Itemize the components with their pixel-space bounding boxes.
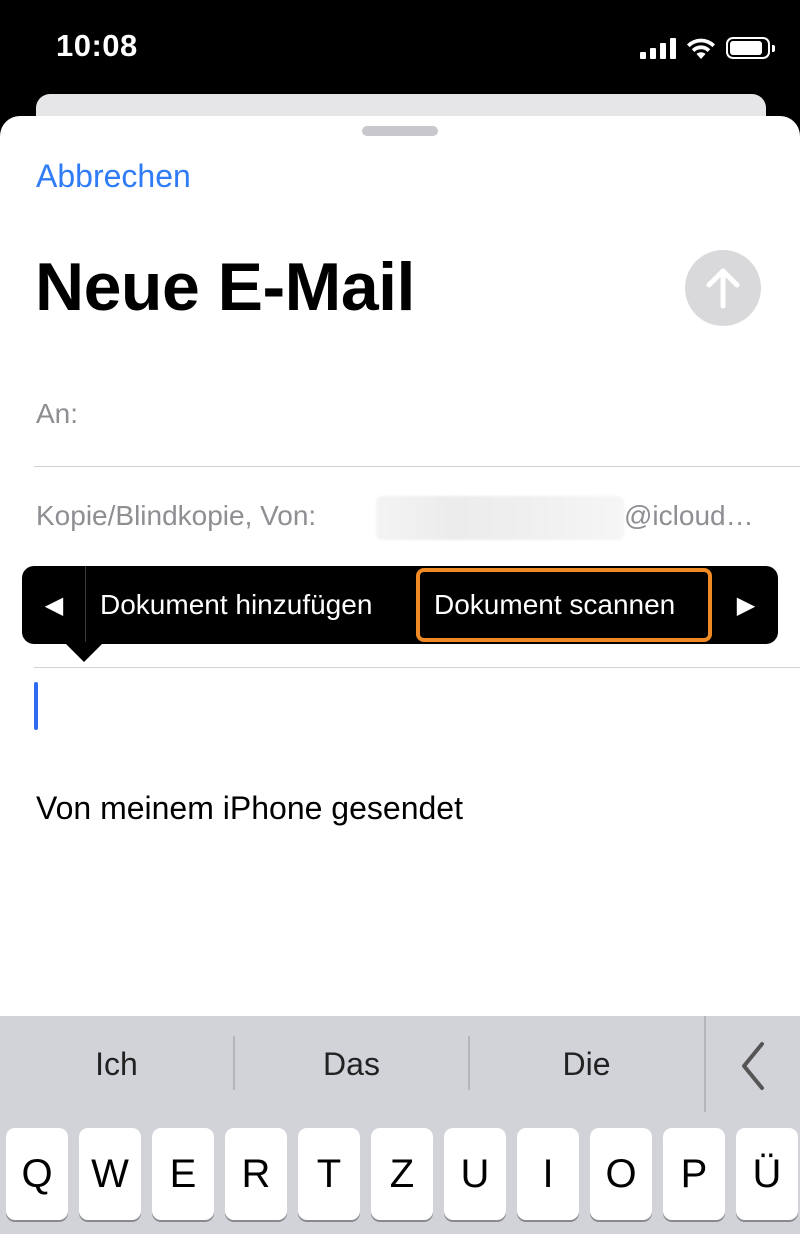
key-p[interactable]: P [663,1128,725,1220]
menu-separator [85,566,86,644]
menu-pointer [64,642,104,662]
edit-menu-callout: ◀ Dokument hinzufügen Dokument scannen ▶ [22,566,778,662]
key-t[interactable]: T [298,1128,360,1220]
key-q[interactable]: Q [6,1128,68,1220]
key-ü[interactable]: Ü [736,1128,798,1220]
suggestion-1[interactable]: Ich [0,1046,233,1083]
key-u[interactable]: U [444,1128,506,1220]
cc-bcc-from-label[interactable]: Kopie/Blindkopie, Von: [36,500,316,532]
sheet-grabber[interactable] [362,126,438,136]
key-e[interactable]: E [152,1128,214,1220]
status-bar: 10:08 [0,0,800,94]
battery-icon [726,37,775,59]
to-field-label[interactable]: An: [36,398,78,430]
cellular-signal-icon [640,37,676,59]
status-time: 10:08 [56,28,138,63]
send-button[interactable] [685,250,761,326]
key-r[interactable]: R [225,1128,287,1220]
compose-sheet: Abbrechen Neue E-Mail An: Kopie/Blindkop… [0,116,800,1234]
email-signature[interactable]: Von meinem iPhone gesendet [36,790,463,827]
text-cursor [34,682,38,730]
status-icons [640,34,775,62]
compose-title: Neue E-Mail [35,249,415,325]
blurred-email-address [376,496,624,540]
key-i[interactable]: I [517,1128,579,1220]
suggestion-3[interactable]: Die [470,1046,703,1083]
keyboard: Ich Das Die QWERTZUIOPÜ [0,1016,800,1234]
suggestion-2[interactable]: Das [235,1046,468,1083]
menu-previous-button[interactable]: ◀ [22,566,86,644]
cancel-button[interactable]: Abbrechen [36,158,191,195]
key-o[interactable]: O [590,1128,652,1220]
divider [34,667,800,668]
keyboard-row-1: QWERTZUIOPÜ [6,1128,798,1220]
chevron-left-icon [742,1042,764,1090]
divider [34,466,800,467]
from-email-domain[interactable]: @icloud… [624,500,754,532]
wifi-icon [687,38,715,59]
menu-next-button[interactable]: ▶ [714,566,778,644]
add-document-menu-item[interactable]: Dokument hinzufügen [100,566,372,644]
key-z[interactable]: Z [371,1128,433,1220]
arrow-up-icon [706,268,740,309]
scan-document-menu-item[interactable]: Dokument scannen [416,568,712,642]
collapse-suggestions-button[interactable] [706,1016,800,1112]
key-w[interactable]: W [79,1128,141,1220]
